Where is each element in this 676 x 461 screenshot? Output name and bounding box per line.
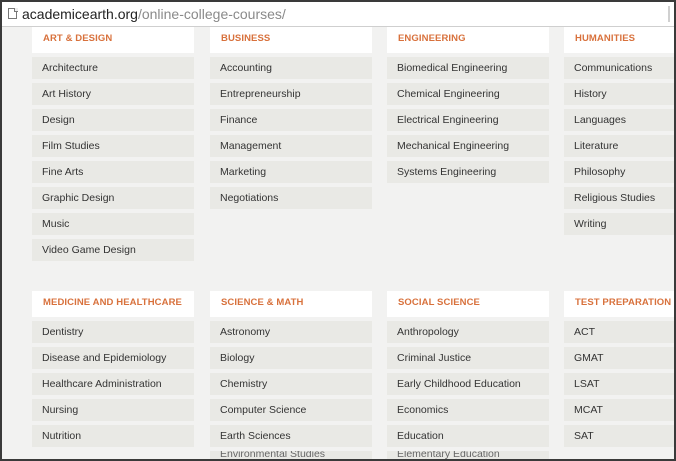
course-link[interactable]: Film Studies <box>32 135 194 157</box>
course-link[interactable]: Marketing <box>210 161 372 183</box>
course-link[interactable]: Chemical Engineering <box>387 83 549 105</box>
course-link[interactable]: Criminal Justice <box>387 347 549 369</box>
course-link[interactable]: Music <box>32 213 194 235</box>
course-link[interactable]: Architecture <box>32 57 194 79</box>
course-link[interactable]: Literature <box>564 135 674 157</box>
category-header[interactable]: SOCIAL SCIENCE <box>387 291 549 317</box>
course-link[interactable]: GMAT <box>564 347 674 369</box>
course-link[interactable]: Biology <box>210 347 372 369</box>
course-link[interactable]: Finance <box>210 109 372 131</box>
course-link[interactable]: Communications <box>564 57 674 79</box>
category-header[interactable]: SCIENCE & MATH <box>210 291 372 317</box>
course-link[interactable]: Graphic Design <box>32 187 194 209</box>
course-link[interactable]: Early Childhood Education <box>387 373 549 395</box>
course-link[interactable]: Healthcare Administration <box>32 373 194 395</box>
url-path: /online-college-courses/ <box>137 6 286 22</box>
category-test-preparation: TEST PREPARATION ACT GMAT LSAT MCAT SAT <box>564 291 674 451</box>
course-link[interactable]: Astronomy <box>210 321 372 343</box>
course-link[interactable]: Elementary Education <box>387 451 549 459</box>
course-link[interactable]: Economics <box>387 399 549 421</box>
course-link[interactable]: SAT <box>564 425 674 447</box>
category-header[interactable]: MEDICINE AND HEALTHCARE <box>32 291 194 317</box>
category-medicine-healthcare: MEDICINE AND HEALTHCARE Dentistry Diseas… <box>32 291 194 451</box>
course-link[interactable]: Accounting <box>210 57 372 79</box>
course-link[interactable]: Nursing <box>32 399 194 421</box>
course-link[interactable]: Dentistry <box>32 321 194 343</box>
course-link[interactable]: Writing <box>564 213 674 235</box>
url-text[interactable]: academicearth.org/online-college-courses… <box>22 2 286 26</box>
category-social-science: SOCIAL SCIENCE Anthropology Criminal Jus… <box>387 291 549 459</box>
course-link[interactable]: Entrepreneurship <box>210 83 372 105</box>
course-link[interactable]: Systems Engineering <box>387 161 549 183</box>
course-link[interactable]: Art History <box>32 83 194 105</box>
course-link[interactable]: Chemistry <box>210 373 372 395</box>
course-link[interactable]: Religious Studies <box>564 187 674 209</box>
category-header[interactable]: TEST PREPARATION <box>564 291 674 317</box>
course-link[interactable]: Electrical Engineering <box>387 109 549 131</box>
category-humanities: HUMANITIES Communications History Langua… <box>564 27 674 239</box>
course-link[interactable]: Earth Sciences <box>210 425 372 447</box>
course-link[interactable]: Anthropology <box>387 321 549 343</box>
url-domain: academicearth.org <box>22 6 138 22</box>
category-header[interactable]: HUMANITIES <box>564 27 674 53</box>
course-link[interactable]: History <box>564 83 674 105</box>
course-link[interactable]: Philosophy <box>564 161 674 183</box>
category-header[interactable]: ENGINEERING <box>387 27 549 53</box>
course-link[interactable]: Management <box>210 135 372 157</box>
course-link[interactable]: Nutrition <box>32 425 194 447</box>
page-icon <box>8 8 18 20</box>
category-header[interactable]: ART & DESIGN <box>32 27 194 53</box>
course-link[interactable]: Education <box>387 425 549 447</box>
category-business: BUSINESS Accounting Entrepreneurship Fin… <box>210 27 372 213</box>
category-engineering: ENGINEERING Biomedical Engineering Chemi… <box>387 27 549 187</box>
address-bar[interactable]: academicearth.org/online-college-courses… <box>2 2 674 27</box>
course-link[interactable]: Biomedical Engineering <box>387 57 549 79</box>
category-art-design: ART & DESIGN Architecture Art History De… <box>32 27 194 265</box>
course-link[interactable]: Languages <box>564 109 674 131</box>
course-link[interactable]: Negotiations <box>210 187 372 209</box>
course-link[interactable]: Environmental Studies <box>210 451 372 459</box>
course-link[interactable]: Disease and Epidemiology <box>32 347 194 369</box>
course-link[interactable]: Design <box>32 109 194 131</box>
category-science-math: SCIENCE & MATH Astronomy Biology Chemist… <box>210 291 372 459</box>
address-bar-edge <box>668 6 670 22</box>
course-link[interactable]: Fine Arts <box>32 161 194 183</box>
course-link[interactable]: LSAT <box>564 373 674 395</box>
category-header[interactable]: BUSINESS <box>210 27 372 53</box>
course-link[interactable]: Mechanical Engineering <box>387 135 549 157</box>
course-link[interactable]: MCAT <box>564 399 674 421</box>
course-link[interactable]: Video Game Design <box>32 239 194 261</box>
course-link[interactable]: Computer Science <box>210 399 372 421</box>
course-link[interactable]: ACT <box>564 321 674 343</box>
